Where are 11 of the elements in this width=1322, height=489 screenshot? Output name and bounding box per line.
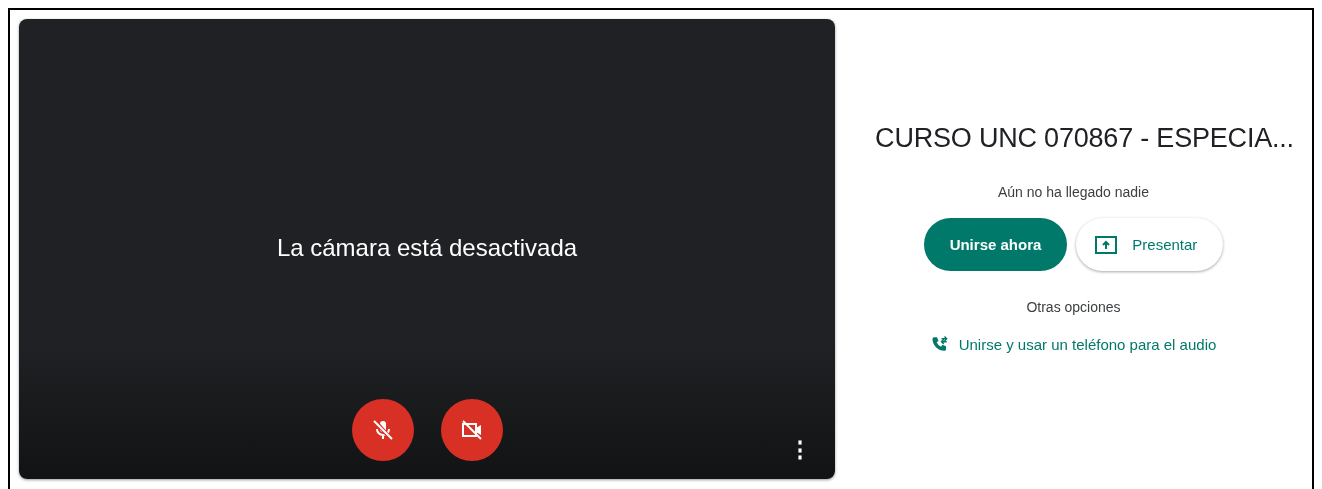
status-text: Aún no ha llegado nadie [998, 184, 1149, 200]
present-screen-icon [1094, 234, 1119, 255]
present-button[interactable]: Presentar [1076, 218, 1224, 271]
more-options-button[interactable]: ⋮ [789, 439, 811, 461]
phone-audio-link[interactable]: Unirse y usar un teléfono para el audio [930, 335, 1217, 353]
other-options-label: Otras opciones [1026, 299, 1121, 315]
camera-off-message: La cámara está desactivada [276, 234, 578, 262]
join-now-button[interactable]: Unirse ahora [923, 218, 1068, 271]
meeting-title: CURSO UNC 070867 - ESPECIA... [875, 123, 1294, 154]
phone-icon [930, 335, 949, 353]
microphone-icon [370, 418, 395, 442]
